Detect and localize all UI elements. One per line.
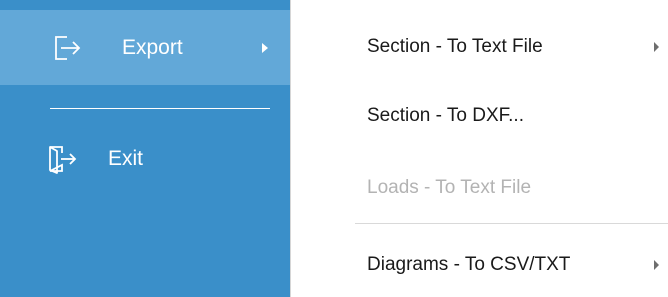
submenu-item-label: Diagrams - To CSV/TXT: [367, 254, 571, 275]
side-menu-item-label: Export: [122, 36, 183, 59]
side-menu-item-export[interactable]: Export: [0, 10, 290, 85]
export-menu-window: Export Exit Section - To Text File Secti…: [0, 0, 668, 297]
submenu-item-label: Section - To Text File: [367, 36, 543, 57]
submenu-item-section-to-text-file[interactable]: Section - To Text File: [291, 18, 668, 78]
submenu-divider: [355, 223, 668, 224]
submenu-arrow-icon: [654, 42, 659, 52]
submenu-arrow-icon: [654, 260, 659, 270]
export-icon: [55, 36, 81, 60]
submenu-item-diagrams-to-csv-txt[interactable]: Diagrams - To CSV/TXT: [291, 235, 668, 295]
side-menu-divider: [50, 108, 270, 109]
export-submenu: Section - To Text File Section - To DXF.…: [290, 0, 668, 297]
side-menu-item-exit[interactable]: Exit: [0, 127, 290, 195]
side-menu-item-label: Exit: [108, 147, 144, 170]
side-menu: Export Exit: [0, 0, 290, 297]
exit-icon: [49, 146, 77, 174]
submenu-item-label: Loads - To Text File: [367, 177, 532, 198]
submenu-item-section-to-dxf[interactable]: Section - To DXF...: [291, 89, 668, 149]
submenu-arrow-icon: [262, 43, 268, 53]
submenu-item-loads-to-text-file: Loads - To Text File: [291, 159, 668, 219]
submenu-item-label: Section - To DXF...: [367, 105, 524, 126]
